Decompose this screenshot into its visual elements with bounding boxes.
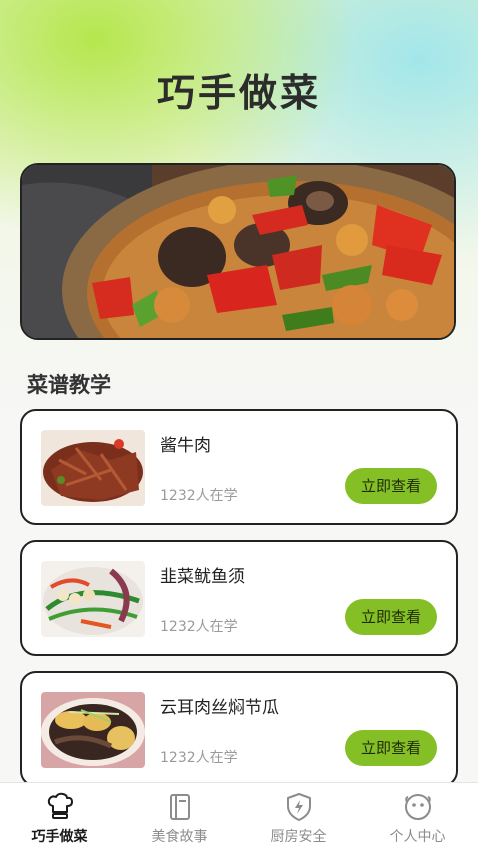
page-title: 巧手做菜 [156,71,321,115]
tab-food-stories[interactable]: 美食故事 [120,783,239,851]
recipe-card[interactable]: 韭菜鱿鱼须 1232人在学 立即查看 [20,540,458,656]
chef-hat-icon [47,792,73,819]
tab-label: 个人中心 [389,829,446,845]
face-icon [405,794,431,820]
view-now-button[interactable]: 立即查看 [345,599,437,635]
recipe-thumbnail [41,692,145,768]
recipe-name: 酱牛肉 [160,436,211,456]
learner-count: 1232人在学 [160,750,238,766]
section-title: 菜谱教学 [27,373,111,397]
view-now-button[interactable]: 立即查看 [345,468,437,504]
tab-label: 美食故事 [151,829,208,845]
recipe-thumbnail [41,561,145,637]
recipe-card[interactable]: 云耳肉丝焖节瓜 1232人在学 立即查看 [20,671,458,787]
recipe-thumbnail [41,430,145,506]
tab-profile[interactable]: 个人中心 [358,783,477,851]
shield-bolt-icon [287,793,311,821]
tab-label: 巧手做菜 [31,829,88,845]
tab-cooking[interactable]: 巧手做菜 [0,783,119,851]
recipe-card[interactable]: 酱牛肉 1232人在学 立即查看 [20,409,458,525]
book-icon [170,794,190,820]
recipe-name: 云耳肉丝焖节瓜 [160,698,279,718]
learner-count: 1232人在学 [160,488,238,504]
view-now-button[interactable]: 立即查看 [345,730,437,766]
bottom-tab-bar: 巧手做菜 美食故事 厨房安全 个人中心 [0,782,478,851]
recipe-name: 韭菜鱿鱼须 [160,567,245,587]
hero-dish-illustration [22,165,454,338]
tab-kitchen-safety[interactable]: 厨房安全 [239,783,358,851]
hero-banner-image[interactable] [20,163,456,340]
learner-count: 1232人在学 [160,619,238,635]
tab-label: 厨房安全 [270,829,327,845]
